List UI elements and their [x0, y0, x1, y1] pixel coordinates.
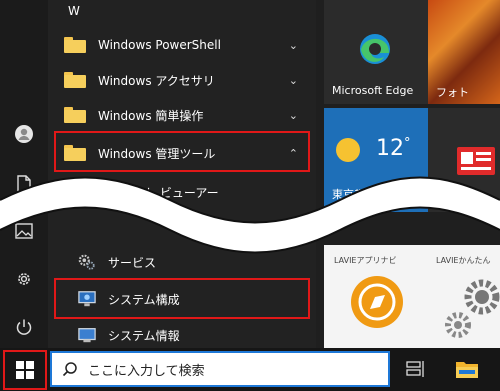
- list-item-label: Windows 簡単操作: [98, 108, 204, 123]
- tile-lavie-app-navi[interactable]: LAVIEアプリナビ: [324, 245, 428, 348]
- tile-label: LAVIEかんたん: [436, 256, 491, 265]
- letter-header-w[interactable]: W: [68, 4, 80, 18]
- tile-label: フォト: [436, 86, 469, 99]
- highlight-system-config: [54, 278, 310, 319]
- file-explorer-icon[interactable]: [455, 358, 479, 384]
- tile-photos[interactable]: フォト: [428, 0, 500, 104]
- chevron-down-icon: ⌄: [288, 73, 298, 87]
- list-item-label: サービス: [108, 255, 157, 270]
- list-item-label: Windows アクセサリ: [98, 73, 215, 88]
- user-icon[interactable]: [14, 124, 34, 144]
- list-item-system-info[interactable]: システム情報: [52, 319, 310, 351]
- power-icon[interactable]: [14, 317, 34, 337]
- chevron-down-icon: ⌄: [288, 38, 298, 52]
- tile-microsoft-edge[interactable]: Microsoft Edge: [324, 0, 428, 104]
- folder-icon: [64, 107, 86, 123]
- compass-icon: [350, 275, 404, 333]
- list-item-windows-powershell[interactable]: Windows PowerShell ⌄: [52, 29, 310, 61]
- folder-icon: [64, 37, 86, 53]
- list-item-label: Windows PowerShell: [98, 38, 221, 52]
- highlight-start-button: [3, 350, 47, 390]
- gears-icon: [442, 275, 500, 345]
- chevron-down-icon: ⌄: [288, 108, 298, 122]
- sun-icon: [336, 138, 360, 162]
- search-icon: [62, 362, 77, 377]
- settings-gear-icon[interactable]: [14, 269, 34, 289]
- tile-label: LAVIEアプリナビ: [334, 256, 397, 265]
- folder-icon: [64, 72, 86, 88]
- task-view-icon[interactable]: [406, 360, 426, 382]
- weather-temperature: 12°: [376, 136, 411, 161]
- tile-label: Microsoft Edge: [332, 84, 414, 97]
- list-item-windows-accessories[interactable]: Windows アクセサリ ⌄: [52, 64, 310, 96]
- search-placeholder: ここに入力して検索: [88, 363, 205, 379]
- list-item-windows-ease-of-access[interactable]: Windows 簡単操作 ⌄: [52, 99, 310, 131]
- services-gears-icon: [78, 253, 96, 271]
- tile-lavie-kantan[interactable]: LAVIEかんたん: [428, 245, 500, 348]
- search-box[interactable]: ここに入力して検索: [50, 351, 390, 387]
- system-info-icon: [78, 326, 96, 344]
- wave-divider: [0, 176, 500, 254]
- list-item-label: システム情報: [108, 328, 180, 343]
- edge-icon: [358, 32, 392, 70]
